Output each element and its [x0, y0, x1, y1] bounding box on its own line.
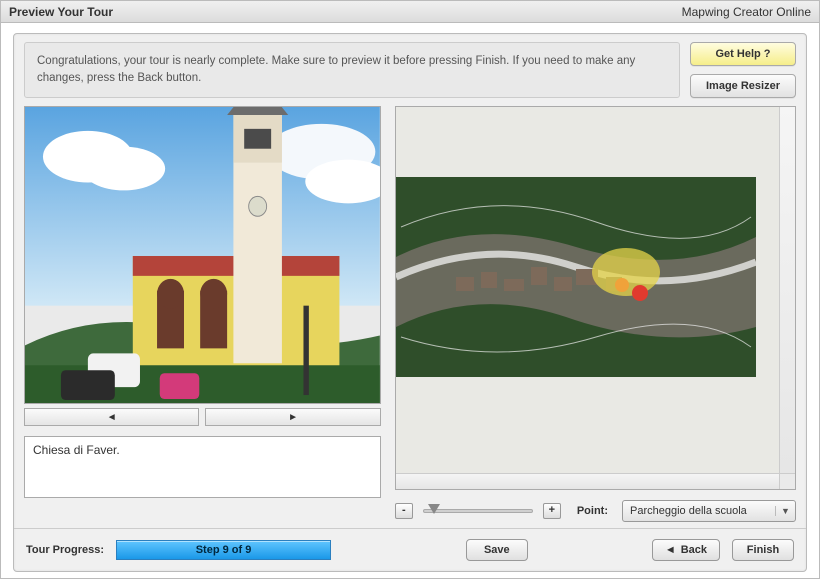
- tour-photo: [24, 106, 381, 404]
- image-resizer-button[interactable]: Image Resizer: [690, 74, 796, 98]
- map-image: [396, 177, 756, 377]
- title-bar: Preview Your Tour Mapwing Creator Online: [1, 1, 819, 23]
- chevron-right-icon: ►: [288, 412, 298, 423]
- map-scrollbar-horizontal[interactable]: [396, 473, 779, 489]
- finish-button[interactable]: Finish: [732, 539, 794, 561]
- app-window: Preview Your Tour Mapwing Creator Online…: [0, 0, 820, 579]
- map-scrollbar-corner: [779, 473, 795, 489]
- map-pane[interactable]: [395, 106, 796, 490]
- point-dropdown[interactable]: Parcheggio della scuola ▼: [622, 500, 796, 522]
- chevron-left-icon: ◄: [665, 544, 676, 556]
- zoom-point-row: - + Point: Parcheggio della scuola ▼: [395, 500, 796, 522]
- zoom-slider-thumb[interactable]: [428, 504, 440, 514]
- chevron-left-icon: ◄: [107, 412, 117, 423]
- zoom-out-button[interactable]: -: [395, 503, 413, 519]
- progress-bar: Step 9 of 9: [116, 540, 331, 560]
- wizard-panel: Congratulations, your tour is nearly com…: [13, 33, 807, 572]
- point-label: Point:: [577, 505, 608, 517]
- progress-text: Step 9 of 9: [196, 544, 252, 556]
- top-row: Congratulations, your tour is nearly com…: [14, 34, 806, 106]
- prev-photo-button[interactable]: ◄: [24, 408, 199, 426]
- right-column: - + Point: Parcheggio della scuola ▼: [395, 106, 796, 522]
- point-selected: Parcheggio della scuola: [623, 505, 775, 517]
- photo-illustration: [25, 107, 380, 403]
- map-scrollbar-vertical[interactable]: [779, 107, 795, 473]
- zoom-slider[interactable]: [423, 509, 533, 513]
- photo-caption: Chiesa di Faver.: [24, 436, 381, 498]
- instruction-text: Congratulations, your tour is nearly com…: [24, 42, 680, 98]
- back-button[interactable]: ◄ Back: [652, 539, 720, 561]
- chevron-down-icon: ▼: [775, 506, 795, 516]
- content-area: Congratulations, your tour is nearly com…: [1, 23, 819, 578]
- photo-nav: ◄ ►: [24, 408, 381, 426]
- side-buttons: Get Help ? Image Resizer: [690, 42, 796, 98]
- app-brand: Mapwing Creator Online: [682, 5, 811, 19]
- next-photo-button[interactable]: ►: [205, 408, 380, 426]
- zoom-in-button[interactable]: +: [543, 503, 561, 519]
- save-button[interactable]: Save: [466, 539, 528, 561]
- left-column: ◄ ► Chiesa di Faver.: [24, 106, 381, 522]
- back-button-label: Back: [681, 544, 707, 556]
- get-help-button[interactable]: Get Help ?: [690, 42, 796, 66]
- main-row: ◄ ► Chiesa di Faver.: [14, 106, 806, 528]
- window-title: Preview Your Tour: [9, 5, 113, 19]
- progress-label: Tour Progress:: [26, 544, 104, 556]
- bottom-row: Tour Progress: Step 9 of 9 Save ◄ Back F…: [14, 528, 806, 571]
